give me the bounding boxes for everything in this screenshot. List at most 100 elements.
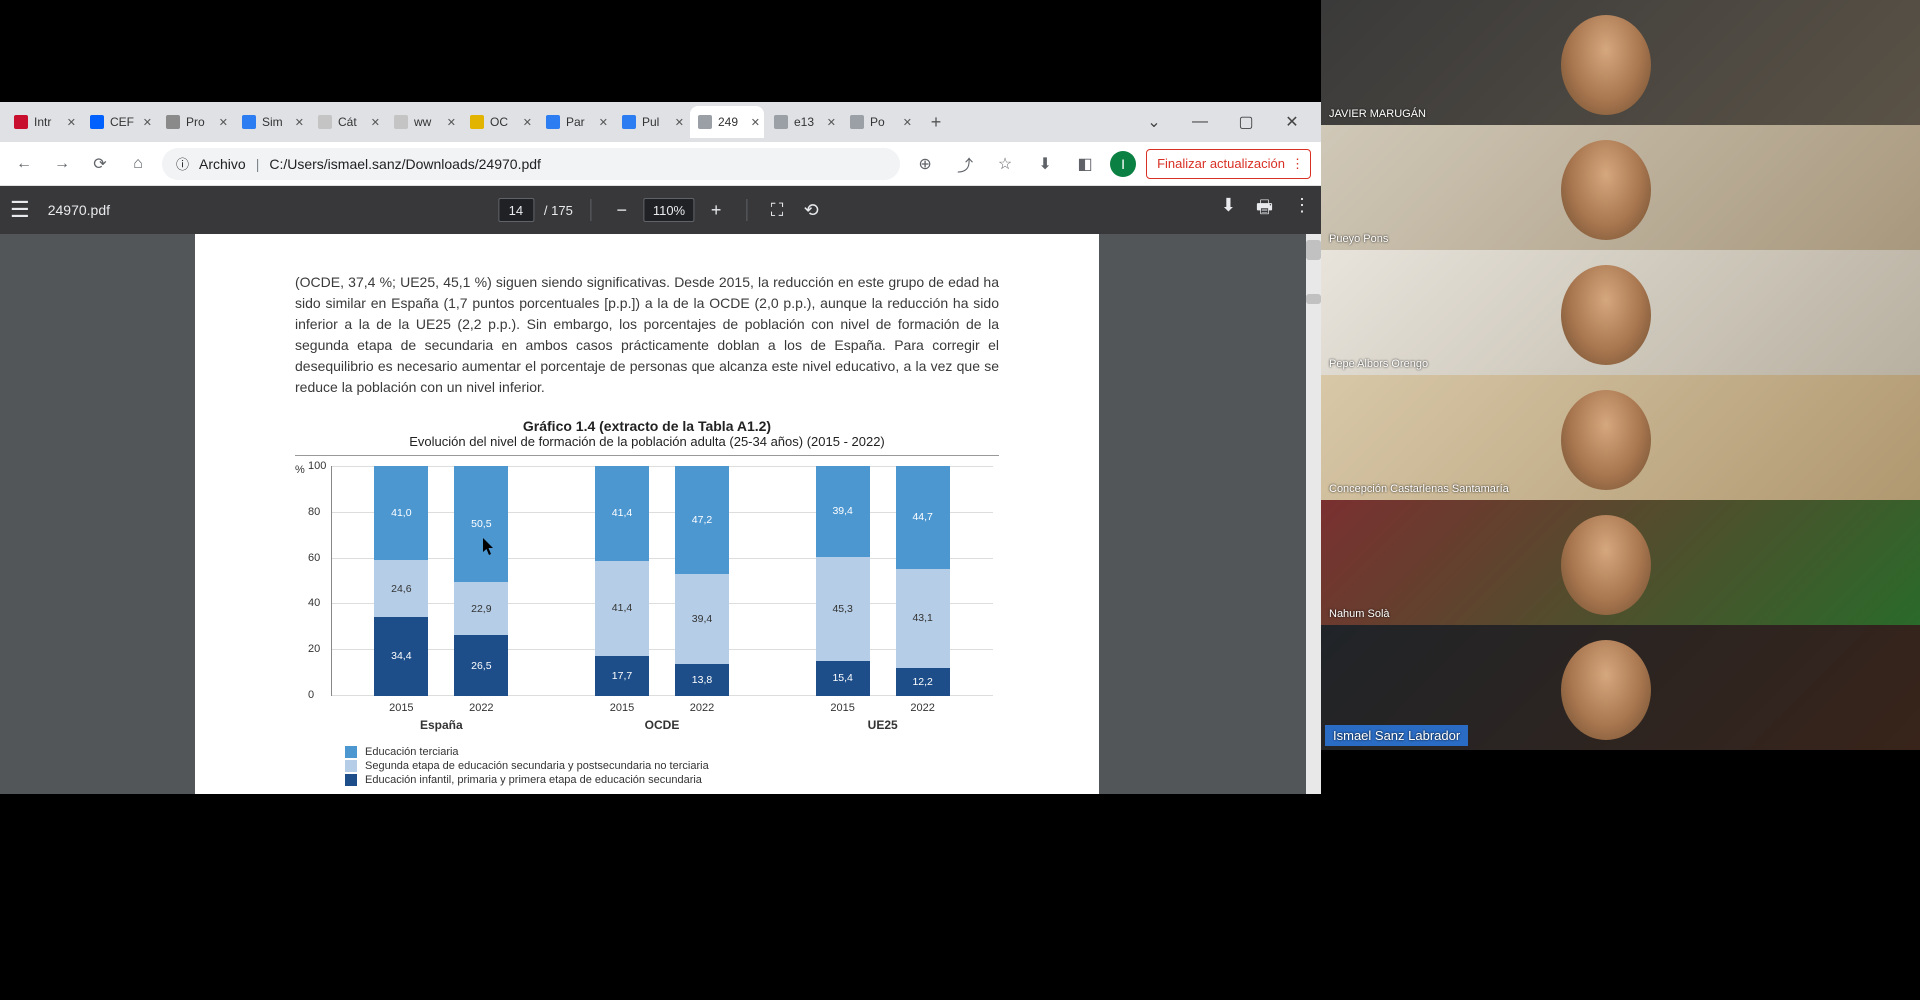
- avatar: [1561, 265, 1651, 365]
- pdf-print-button[interactable]: 🖶: [1256, 195, 1273, 225]
- url-text: C:/Users/ismael.sanz/Downloads/24970.pdf: [269, 156, 541, 172]
- pdf-page-total: / 175: [544, 203, 573, 218]
- bar-value: 41,4: [612, 507, 632, 519]
- participant-name: Concepción Castarlenas Santamaría: [1325, 482, 1513, 496]
- bar-value: 50,5: [471, 518, 491, 530]
- participant-name: Ismael Sanz Labrador: [1325, 725, 1468, 746]
- x-tick-region: OCDE: [552, 718, 773, 732]
- participant-tile[interactable]: Concepción Castarlenas Santamaría: [1321, 375, 1920, 500]
- nav-forward-button[interactable]: →: [48, 155, 76, 173]
- bar: 47,239,413,8: [675, 466, 729, 696]
- participant-tile[interactable]: Nahum Solà: [1321, 500, 1920, 625]
- window-minimize-button[interactable]: ―: [1177, 106, 1223, 138]
- bar: 39,445,315,4: [816, 466, 870, 696]
- chart-subtitle: Evolución del nivel de formación de la p…: [295, 434, 999, 449]
- browser-tab[interactable]: Pul✕: [614, 106, 688, 138]
- pdf-menu-icon[interactable]: ☰: [10, 197, 30, 223]
- browser-tab[interactable]: 249 ✕: [690, 106, 764, 138]
- x-tick-year: 2015: [595, 702, 649, 714]
- tab-close-icon[interactable]: ✕: [675, 116, 684, 129]
- url-input[interactable]: ⓘ Archivo | C:/Users/ismael.sanz/Downloa…: [162, 148, 900, 180]
- nav-back-button[interactable]: ←: [10, 155, 38, 173]
- pdf-viewport[interactable]: (OCDE, 37,4 %; UE25, 45,1 %) siguen sien…: [0, 234, 1321, 794]
- browser-tab[interactable]: Sim✕: [234, 106, 308, 138]
- zoom-icon[interactable]: ⊕: [910, 149, 940, 179]
- browser-tab[interactable]: Cát✕: [310, 106, 384, 138]
- tabstrip: Intr✕CEF✕Pro✕Sim✕Cát✕ww✕OC✕Par✕Pul✕249✕e…: [0, 102, 1321, 142]
- pdf-download-button[interactable]: ⬇: [1221, 195, 1236, 225]
- bar-value: 44,7: [912, 511, 932, 523]
- bar-value: 47,2: [692, 514, 712, 526]
- profile-avatar[interactable]: I: [1110, 151, 1136, 177]
- tab-close-icon[interactable]: ✕: [143, 116, 152, 129]
- address-bar: ← → ⟳ ⌂ ⓘ Archivo | C:/Users/ismael.sanz…: [0, 142, 1321, 186]
- browser-tab[interactable]: e13✕: [766, 106, 840, 138]
- avatar: [1561, 515, 1651, 615]
- window-maximize-button[interactable]: ▢: [1223, 106, 1269, 138]
- pdf-zoom-in-button[interactable]: +: [704, 198, 728, 222]
- legend-swatch: [345, 774, 357, 786]
- bar: 41,024,634,4: [374, 466, 428, 696]
- browser-tab[interactable]: Intr✕: [6, 106, 80, 138]
- participant-tile[interactable]: JAVIER MARUGÁN: [1321, 0, 1920, 125]
- tab-label: ww: [414, 115, 441, 129]
- tab-close-icon[interactable]: ✕: [295, 116, 304, 129]
- new-tab-button[interactable]: +: [922, 108, 950, 136]
- tab-close-icon[interactable]: ✕: [219, 116, 228, 129]
- bar-value: 43,1: [912, 612, 932, 624]
- pdf-zoom-out-button[interactable]: −: [610, 198, 634, 222]
- x-tick-year: 2022: [454, 702, 508, 714]
- browser-tab[interactable]: CEF✕: [82, 106, 156, 138]
- tab-close-icon[interactable]: ✕: [827, 116, 836, 129]
- pdf-page-input[interactable]: [498, 198, 534, 222]
- pdf-fit-icon[interactable]: ⛶: [765, 198, 789, 222]
- scrollbar[interactable]: [1306, 234, 1321, 794]
- participant-tile[interactable]: Pueyo Pons: [1321, 125, 1920, 250]
- browser-tab[interactable]: Par✕: [538, 106, 612, 138]
- tab-label: OC: [490, 115, 517, 129]
- bar-value: 41,4: [612, 602, 632, 614]
- browser-tab[interactable]: Po✕: [842, 106, 916, 138]
- nav-home-button[interactable]: ⌂: [124, 155, 152, 173]
- browser-tab[interactable]: OC ✕: [462, 106, 536, 138]
- tab-label: Pro: [186, 115, 213, 129]
- bar-value: 39,4: [692, 613, 712, 625]
- browser-tab[interactable]: ww ✕: [386, 106, 460, 138]
- avatar: [1561, 390, 1651, 490]
- tab-close-icon[interactable]: ✕: [523, 116, 532, 129]
- browser-tab[interactable]: Pro ✕: [158, 106, 232, 138]
- tab-close-icon[interactable]: ✕: [751, 116, 760, 129]
- pdf-more-button[interactable]: ⋮: [1293, 195, 1311, 225]
- y-tick: 40: [308, 597, 320, 609]
- rule: [295, 455, 999, 456]
- sidepanel-icon[interactable]: ◧: [1070, 149, 1100, 179]
- window-dropdown-icon[interactable]: ⌄: [1131, 106, 1177, 138]
- window-close-button[interactable]: ✕: [1269, 106, 1315, 138]
- tab-close-icon[interactable]: ✕: [371, 116, 380, 129]
- participant-tile[interactable]: Pepe Albors Orengo: [1321, 250, 1920, 375]
- finish-update-button[interactable]: Finalizar actualización⋮: [1146, 149, 1311, 179]
- tab-close-icon[interactable]: ✕: [447, 116, 456, 129]
- favicon-icon: [90, 115, 104, 129]
- x-tick-region: UE25: [772, 718, 993, 732]
- participant-name: Nahum Solà: [1325, 607, 1394, 621]
- share-icon[interactable]: ⤴: [950, 149, 980, 179]
- tab-close-icon[interactable]: ✕: [903, 116, 912, 129]
- favicon-icon: [774, 115, 788, 129]
- bookmark-icon[interactable]: ☆: [990, 149, 1020, 179]
- tab-close-icon[interactable]: ✕: [67, 116, 76, 129]
- pdf-rotate-icon[interactable]: ⟲: [799, 198, 823, 222]
- y-tick: 0: [308, 689, 314, 701]
- participant-gallery: JAVIER MARUGÁNPueyo PonsPepe Albors Oren…: [1321, 0, 1920, 750]
- chart-legend: Educación terciariaSegunda etapa de educ…: [345, 746, 999, 786]
- participant-tile[interactable]: Ismael Sanz Labrador: [1321, 625, 1920, 750]
- download-icon[interactable]: ⬇: [1030, 149, 1060, 179]
- x-tick-year: 2022: [675, 702, 729, 714]
- tab-close-icon[interactable]: ✕: [599, 116, 608, 129]
- browser-window: Intr✕CEF✕Pro✕Sim✕Cát✕ww✕OC✕Par✕Pul✕249✕e…: [0, 102, 1321, 794]
- nav-reload-button[interactable]: ⟳: [86, 154, 114, 174]
- pdf-toolbar: ☰ 24970.pdf / 175 − 110% + ⛶ ⟲ ⬇ 🖶 ⋮: [0, 186, 1321, 234]
- tab-label: 249: [718, 115, 745, 129]
- bar-value: 15,4: [832, 672, 852, 684]
- body-paragraph: (OCDE, 37,4 %; UE25, 45,1 %) siguen sien…: [295, 272, 999, 398]
